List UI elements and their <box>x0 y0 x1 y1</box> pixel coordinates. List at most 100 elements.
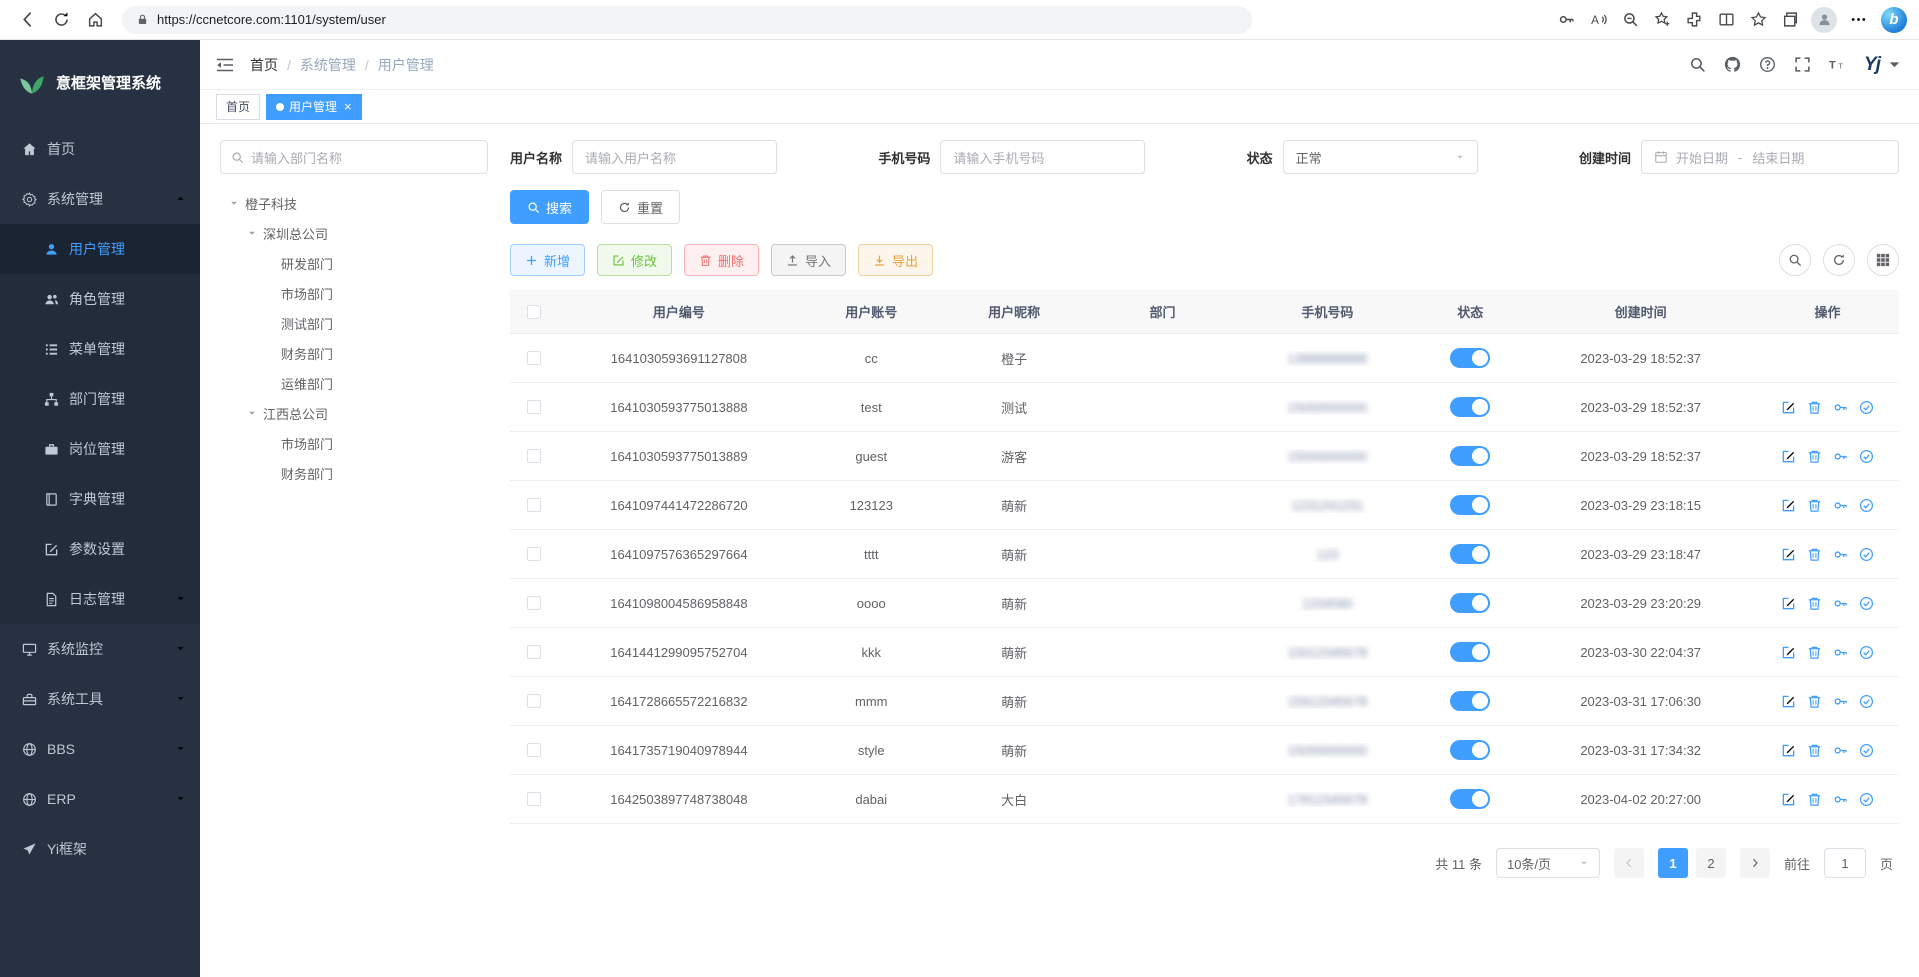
tree-node[interactable]: 财务部门 <box>220 458 488 488</box>
help-icon[interactable] <box>1759 56 1776 73</box>
user-avatar[interactable]: Yj <box>1864 54 1903 76</box>
reset-password-icon[interactable] <box>1833 792 1848 807</box>
edit-icon[interactable] <box>1781 743 1796 758</box>
browser-back-icon[interactable] <box>12 5 42 35</box>
page-button-2[interactable]: 2 <box>1696 848 1726 878</box>
edit-button[interactable]: 修改 <box>597 244 672 276</box>
assign-role-icon[interactable] <box>1859 498 1874 513</box>
reset-password-icon[interactable] <box>1833 743 1848 758</box>
address-bar[interactable]: https://ccnetcore.com:1101/system/user <box>122 6 1252 34</box>
tree-node[interactable]: 研发部门 <box>220 248 488 278</box>
delete-icon[interactable] <box>1807 694 1822 709</box>
browser-home-icon[interactable] <box>80 5 110 35</box>
sidebar-item-post[interactable]: 岗位管理 <box>0 424 200 474</box>
assign-role-icon[interactable] <box>1859 547 1874 562</box>
reset-password-icon[interactable] <box>1833 645 1848 660</box>
browser-refresh-icon[interactable] <box>46 5 76 35</box>
assign-role-icon[interactable] <box>1859 400 1874 415</box>
fullscreen-icon[interactable] <box>1794 56 1811 73</box>
row-checkbox[interactable] <box>527 645 541 659</box>
username-input[interactable]: 请输入用户名称 <box>572 140 777 174</box>
delete-icon[interactable] <box>1807 547 1822 562</box>
sidebar-item-tools[interactable]: 系统工具 <box>0 674 200 724</box>
row-checkbox[interactable] <box>527 498 541 512</box>
tree-node[interactable]: 财务部门 <box>220 338 488 368</box>
delete-icon[interactable] <box>1807 792 1822 807</box>
export-button[interactable]: 导出 <box>858 244 933 276</box>
reset-password-icon[interactable] <box>1833 596 1848 611</box>
password-key-icon[interactable] <box>1551 5 1581 35</box>
refresh-table-button[interactable] <box>1823 244 1855 276</box>
department-search-input[interactable]: 请输入部门名称 <box>220 140 488 174</box>
edit-icon[interactable] <box>1781 792 1796 807</box>
toggle-search-button[interactable] <box>1779 244 1811 276</box>
edit-icon[interactable] <box>1781 400 1796 415</box>
status-toggle[interactable] <box>1450 544 1490 564</box>
assign-role-icon[interactable] <box>1859 596 1874 611</box>
phone-input[interactable]: 请输入手机号码 <box>940 140 1145 174</box>
tree-node[interactable]: 江西总公司 <box>220 398 488 428</box>
sidebar-item-erp[interactable]: ERP <box>0 774 200 824</box>
sidebar-item-system[interactable]: 系统管理 <box>0 174 200 224</box>
browser-more-icon[interactable] <box>1843 5 1873 35</box>
search-button[interactable]: 搜索 <box>510 190 589 224</box>
split-screen-icon[interactable] <box>1711 5 1741 35</box>
breadcrumb-item[interactable]: 系统管理 <box>300 55 356 75</box>
browser-profile-avatar[interactable] <box>1811 7 1837 33</box>
reset-password-icon[interactable] <box>1833 400 1848 415</box>
row-checkbox[interactable] <box>527 547 541 561</box>
tree-node[interactable]: 橙子科技 <box>220 188 488 218</box>
status-toggle[interactable] <box>1450 593 1490 613</box>
delete-icon[interactable] <box>1807 596 1822 611</box>
reset-password-icon[interactable] <box>1833 547 1848 562</box>
sidebar-item-user[interactable]: 用户管理 <box>0 224 200 274</box>
edit-icon[interactable] <box>1781 694 1796 709</box>
row-checkbox[interactable] <box>527 449 541 463</box>
assign-role-icon[interactable] <box>1859 694 1874 709</box>
status-toggle[interactable] <box>1450 740 1490 760</box>
sidebar-item-role[interactable]: 角色管理 <box>0 274 200 324</box>
collections-icon[interactable] <box>1775 5 1805 35</box>
status-toggle[interactable] <box>1450 348 1490 368</box>
goto-page-input[interactable] <box>1824 848 1866 878</box>
next-page-button[interactable] <box>1740 848 1770 878</box>
sidebar-fold-icon[interactable] <box>216 57 234 73</box>
tree-node[interactable]: 测试部门 <box>220 308 488 338</box>
status-toggle[interactable] <box>1450 397 1490 417</box>
date-range-picker[interactable]: 开始日期 - 结束日期 <box>1641 140 1899 174</box>
font-size-icon[interactable]: TT <box>1829 56 1846 73</box>
delete-icon[interactable] <box>1807 498 1822 513</box>
row-checkbox[interactable] <box>527 400 541 414</box>
edit-icon[interactable] <box>1781 449 1796 464</box>
sidebar-item-menu[interactable]: 菜单管理 <box>0 324 200 374</box>
status-select[interactable]: 正常 <box>1283 140 1478 174</box>
reset-password-icon[interactable] <box>1833 449 1848 464</box>
github-icon[interactable] <box>1724 56 1741 73</box>
sidebar-item-home[interactable]: 首页 <box>0 124 200 174</box>
page-size-select[interactable]: 10条/页 <box>1496 848 1600 878</box>
read-aloud-icon[interactable]: A <box>1583 5 1613 35</box>
edit-icon[interactable] <box>1781 498 1796 513</box>
edit-icon[interactable] <box>1781 645 1796 660</box>
sidebar-item-bbs[interactable]: BBS <box>0 724 200 774</box>
delete-icon[interactable] <box>1807 400 1822 415</box>
assign-role-icon[interactable] <box>1859 792 1874 807</box>
row-checkbox[interactable] <box>527 743 541 757</box>
assign-role-icon[interactable] <box>1859 449 1874 464</box>
column-settings-button[interactable] <box>1867 244 1899 276</box>
tab-user-management[interactable]: 用户管理× <box>266 94 362 120</box>
sidebar-item-param[interactable]: 参数设置 <box>0 524 200 574</box>
edit-icon[interactable] <box>1781 596 1796 611</box>
row-checkbox[interactable] <box>527 351 541 365</box>
add-button[interactable]: 新增 <box>510 244 585 276</box>
tree-node[interactable]: 深圳总公司 <box>220 218 488 248</box>
tree-node[interactable]: 运维部门 <box>220 368 488 398</box>
close-icon[interactable]: × <box>344 100 352 113</box>
zoom-icon[interactable] <box>1615 5 1645 35</box>
delete-icon[interactable] <box>1807 743 1822 758</box>
favorites-bar-icon[interactable] <box>1743 5 1773 35</box>
sidebar-item-dict[interactable]: 字典管理 <box>0 474 200 524</box>
status-toggle[interactable] <box>1450 495 1490 515</box>
status-toggle[interactable] <box>1450 446 1490 466</box>
reset-password-icon[interactable] <box>1833 694 1848 709</box>
